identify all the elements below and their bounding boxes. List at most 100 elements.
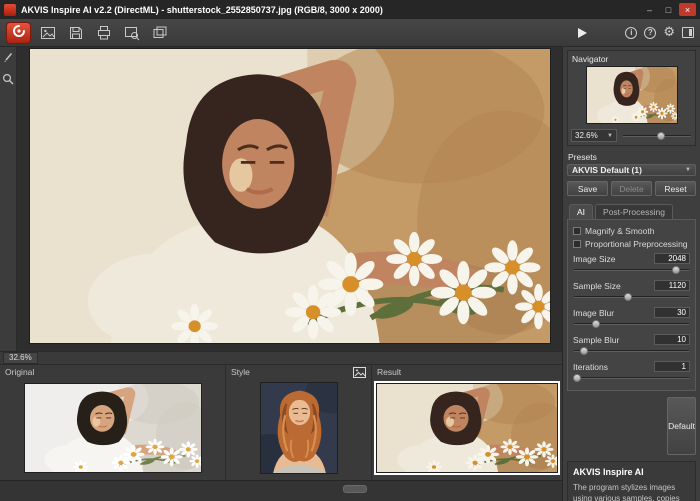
sample-size-slider-handle[interactable] bbox=[624, 293, 632, 301]
magnify-smooth-checkbox[interactable] bbox=[573, 227, 581, 235]
delete-preset-button[interactable]: Delete bbox=[611, 181, 652, 196]
sample-size-value[interactable]: 1120 bbox=[654, 280, 690, 291]
tools-column bbox=[0, 47, 17, 351]
sample-blur-value[interactable]: 10 bbox=[654, 334, 690, 345]
slider-track bbox=[574, 377, 689, 379]
navigator-thumbnail[interactable] bbox=[586, 66, 678, 124]
app-logo-icon bbox=[4, 4, 16, 16]
publish-button[interactable] bbox=[120, 22, 143, 43]
image-size-value[interactable]: 2048 bbox=[654, 253, 690, 264]
result-body bbox=[372, 379, 562, 480]
proportional-preprocessing-label: Proportional Preprocessing bbox=[585, 239, 688, 249]
iterations-slider[interactable] bbox=[573, 372, 690, 384]
style-label: Style bbox=[231, 367, 250, 377]
style-body bbox=[226, 379, 371, 480]
maximize-button[interactable]: □ bbox=[660, 3, 677, 16]
brush-tool[interactable] bbox=[1, 52, 15, 66]
save-button[interactable] bbox=[64, 22, 87, 43]
horizontal-scrollbar[interactable] bbox=[0, 480, 562, 501]
original-thumbnail[interactable] bbox=[24, 383, 202, 473]
image-blur-slider[interactable] bbox=[573, 318, 690, 330]
image-blur-slider-handle[interactable] bbox=[592, 320, 600, 328]
magnify-smooth-row: Magnify & Smooth bbox=[573, 226, 690, 236]
about-title: AKVIS Inspire AI bbox=[573, 467, 690, 477]
image-size-group: Image Size 2048 bbox=[573, 253, 690, 276]
open-image-button[interactable] bbox=[36, 22, 59, 43]
preset-buttons: Save Delete Reset bbox=[567, 181, 696, 196]
akvis-swirl-icon bbox=[12, 24, 26, 41]
result-section: Result bbox=[372, 365, 562, 480]
toolbar-right-group: i ? ⚙ bbox=[625, 26, 694, 39]
main-toolbar: i ? ⚙ bbox=[0, 19, 700, 47]
ai-settings-box: Magnify & Smooth Proportional Preprocess… bbox=[567, 219, 696, 391]
canvas-row bbox=[0, 47, 562, 351]
sample-size-slider[interactable] bbox=[573, 291, 690, 303]
sample-blur-label: Sample Blur bbox=[573, 335, 619, 345]
result-header: Result bbox=[372, 365, 562, 379]
iterations-value[interactable]: 1 bbox=[654, 361, 690, 372]
image-size-slider[interactable] bbox=[573, 264, 690, 276]
preset-dropdown[interactable]: AKVIS Default (1) ▼ bbox=[567, 164, 696, 176]
image-blur-label: Image Blur bbox=[573, 308, 614, 318]
result-label: Result bbox=[377, 367, 401, 377]
zoom-slider-handle[interactable] bbox=[657, 132, 665, 140]
settings-panel: Navigator 32.6% ▼ bbox=[562, 47, 700, 501]
original-header: Original bbox=[0, 365, 225, 379]
default-button[interactable]: Default bbox=[667, 397, 696, 455]
quick-panel-icon[interactable] bbox=[682, 27, 694, 38]
left-column: 32.6% Original bbox=[0, 47, 562, 501]
print-button[interactable] bbox=[92, 22, 115, 43]
zoom-select[interactable]: 32.6% ▼ bbox=[571, 129, 617, 142]
original-label: Original bbox=[5, 367, 34, 377]
window-title: AKVIS Inspire AI v2.2 (DirectML) - shutt… bbox=[21, 5, 636, 15]
titlebar: AKVIS Inspire AI v2.2 (DirectML) - shutt… bbox=[0, 0, 700, 19]
close-button[interactable]: × bbox=[679, 3, 696, 16]
window-controls: – □ × bbox=[641, 3, 696, 16]
canvas-statusbar: 32.6% bbox=[0, 351, 562, 364]
thumbnails-panel: Original Style bbox=[0, 364, 562, 480]
akvis-logo-button[interactable] bbox=[6, 22, 31, 44]
save-icon bbox=[68, 25, 84, 41]
body: 32.6% Original bbox=[0, 47, 700, 501]
publish-icon bbox=[124, 25, 140, 41]
image-canvas[interactable] bbox=[17, 47, 562, 351]
result-thumbnail[interactable] bbox=[376, 383, 558, 473]
zoom-status: 32.6% bbox=[3, 352, 38, 364]
magnifier-icon bbox=[2, 72, 14, 90]
zoom-slider[interactable] bbox=[622, 130, 692, 142]
tab-ai[interactable]: AI bbox=[569, 204, 593, 219]
print-icon bbox=[96, 25, 112, 41]
scrollbar-handle[interactable] bbox=[343, 485, 367, 493]
navigator-title: Navigator bbox=[571, 53, 692, 66]
style-thumbnail[interactable] bbox=[260, 382, 338, 474]
reset-preset-button[interactable]: Reset bbox=[655, 181, 696, 196]
preferences-gear-icon[interactable]: ⚙ bbox=[663, 26, 675, 39]
save-preset-button[interactable]: Save bbox=[567, 181, 608, 196]
image-size-label: Image Size bbox=[573, 254, 616, 264]
info-icon[interactable]: i bbox=[625, 27, 637, 39]
sample-blur-group: Sample Blur 10 bbox=[573, 334, 690, 357]
navigator-box: Navigator 32.6% ▼ bbox=[567, 50, 696, 146]
image-size-slider-handle[interactable] bbox=[672, 266, 680, 274]
original-body bbox=[0, 379, 225, 480]
image-blur-group: Image Blur 30 bbox=[573, 307, 690, 330]
chevron-down-icon: ▼ bbox=[607, 133, 613, 139]
zoom-select-value: 32.6% bbox=[575, 131, 598, 140]
minimize-button[interactable]: – bbox=[641, 3, 658, 16]
magnify-smooth-label: Magnify & Smooth bbox=[585, 226, 654, 236]
style-section: Style bbox=[226, 365, 372, 480]
tab-post-processing[interactable]: Post-Processing bbox=[595, 204, 673, 219]
sample-blur-slider-handle[interactable] bbox=[580, 347, 588, 355]
slider-track bbox=[574, 323, 689, 325]
batch-button[interactable] bbox=[148, 22, 171, 43]
iterations-slider-handle[interactable] bbox=[573, 374, 581, 382]
about-box: AKVIS Inspire AI The program stylizes im… bbox=[567, 461, 696, 501]
zoom-tool[interactable] bbox=[1, 74, 15, 88]
presets-label: Presets bbox=[568, 152, 695, 162]
image-blur-value[interactable]: 30 bbox=[654, 307, 690, 318]
load-style-icon[interactable] bbox=[353, 367, 366, 378]
proportional-preprocessing-checkbox[interactable] bbox=[573, 240, 581, 248]
sample-blur-slider[interactable] bbox=[573, 345, 690, 357]
run-button[interactable] bbox=[571, 22, 594, 43]
help-icon[interactable]: ? bbox=[644, 27, 656, 39]
